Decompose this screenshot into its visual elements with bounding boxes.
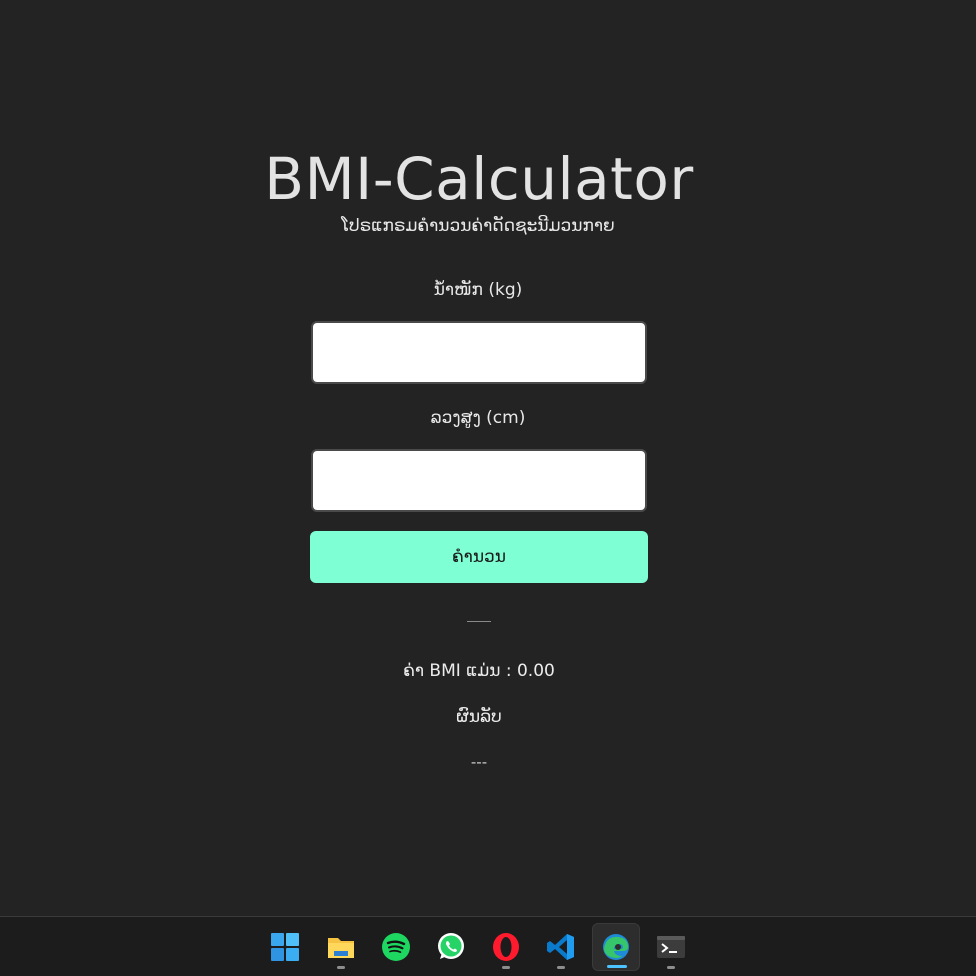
windows-start-icon bbox=[271, 933, 299, 961]
edge-icon bbox=[603, 934, 629, 960]
file-explorer-icon bbox=[328, 938, 354, 958]
running-indicator bbox=[557, 966, 565, 969]
taskbar-whatsapp[interactable] bbox=[427, 923, 475, 971]
taskbar-vscode[interactable] bbox=[537, 923, 585, 971]
result-divider bbox=[467, 621, 491, 622]
taskbar-start-button[interactable] bbox=[261, 923, 309, 971]
taskbar-opera[interactable] bbox=[482, 923, 530, 971]
running-indicator bbox=[667, 966, 675, 969]
height-label: ລວງສູງ (cm) bbox=[430, 408, 526, 428]
spotify-icon bbox=[382, 933, 410, 961]
outcome-label: ຜົນລັບ bbox=[456, 707, 502, 727]
terminal-icon bbox=[657, 936, 685, 958]
running-indicator bbox=[502, 966, 510, 969]
height-input[interactable] bbox=[311, 449, 647, 512]
vscode-icon bbox=[547, 934, 574, 960]
taskbar bbox=[0, 916, 976, 976]
taskbar-terminal[interactable] bbox=[647, 923, 695, 971]
calculate-button[interactable]: ຄຳນວນ bbox=[310, 531, 648, 583]
weight-label: ນ້ຳໜັກ (kg) bbox=[433, 280, 523, 300]
opera-icon bbox=[493, 933, 519, 961]
page-subtitle: ໂປຣແກຣມຄຳນວນຄ່າດັດຊະນີມວນກາຍ bbox=[341, 216, 615, 236]
bmi-result-text: ຄ່າ BMI ແມ່ນ : 0.00 bbox=[403, 661, 555, 681]
active-indicator bbox=[607, 965, 627, 968]
bmi-calculator-page: BMI-Calculator ໂປຣແກຣມຄຳນວນຄ່າດັດຊະນີມວນ… bbox=[0, 0, 976, 916]
whatsapp-icon bbox=[438, 933, 464, 959]
weight-input[interactable] bbox=[311, 321, 647, 384]
taskbar-edge[interactable] bbox=[592, 923, 640, 971]
outcome-value: --- bbox=[470, 753, 488, 771]
running-indicator bbox=[337, 966, 345, 969]
taskbar-file-explorer[interactable] bbox=[317, 923, 365, 971]
taskbar-spotify[interactable] bbox=[372, 923, 420, 971]
page-title: BMI-Calculator bbox=[264, 145, 694, 213]
